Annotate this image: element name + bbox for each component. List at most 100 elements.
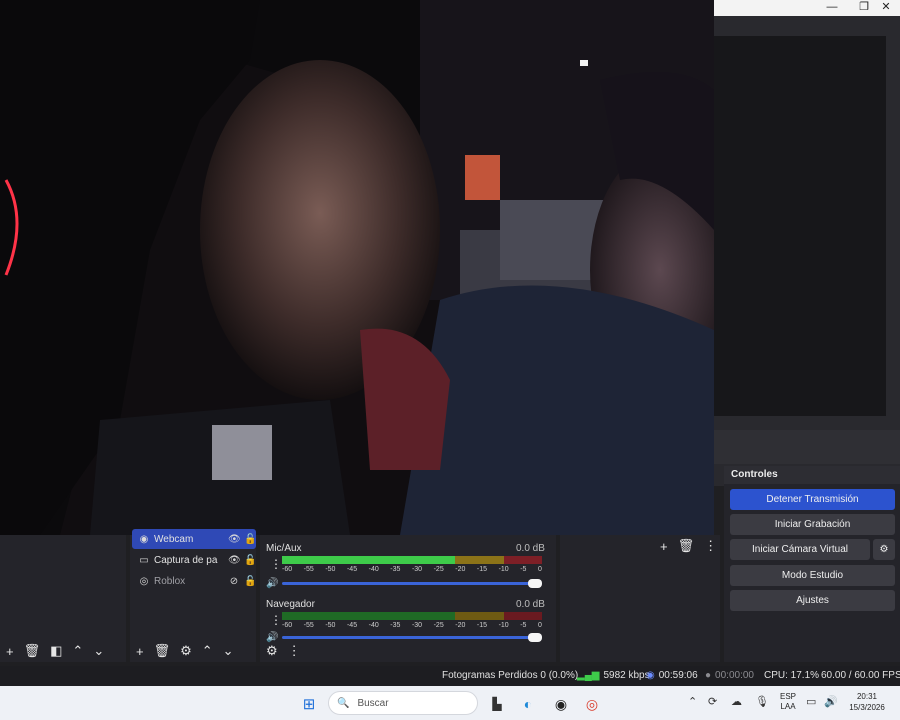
obs-icon[interactable]: ◉ [552, 695, 570, 713]
chevron-up-icon[interactable]: ⌃ [688, 695, 697, 708]
meter-ticks: -60 -55 -50 -45 -40 -35 -30 -25 -20 -15 -10 -5 0 [282, 622, 542, 629]
rec-time-text: 00:00:00 [715, 670, 754, 681]
start-virtual-camera-button[interactable]: Iniciar Cámara Virtual [730, 539, 870, 560]
move-down-icon[interactable]: ⌄ [223, 643, 234, 659]
meter-tick-label: -10 [498, 622, 509, 629]
meter-tick-label: -20 [455, 622, 466, 629]
volume-slider[interactable] [282, 579, 542, 588]
volume-slider[interactable] [282, 633, 542, 642]
start-recording-button[interactable]: Iniciar Grabación [730, 514, 895, 535]
source-item-roblox[interactable]: ◎ Roblox ⊘ 🔓 [132, 571, 257, 591]
source-item-screen-capture[interactable]: ▭ Captura de pa 👁 🔓 [132, 550, 256, 570]
close-icon[interactable]: ✕ [870, 0, 900, 16]
move-up-icon[interactable]: ⌃ [202, 643, 213, 659]
eye-icon[interactable]: 👁 [228, 534, 241, 545]
clock-date: 15/3/2026 [849, 703, 885, 712]
meter-tick-label: -5 [520, 566, 527, 573]
volume-slider-knob[interactable] [528, 633, 542, 642]
network-icon[interactable]: ▭ [806, 695, 816, 708]
advanced-audio-icon[interactable]: ⚙ [266, 643, 278, 659]
gear-icon[interactable]: ⚙ [180, 643, 192, 659]
microphone-icon[interactable]: 🎙 [755, 695, 769, 708]
meter-tick-label: -60 [282, 566, 293, 573]
meter-tick-label: -35 [390, 622, 401, 629]
meter-tick-label: -40 [368, 566, 379, 573]
speaker-icon[interactable]: 🔊 [266, 632, 278, 643]
volume-icon[interactable]: 🔊 [824, 695, 838, 708]
meter-tick-label: -25 [433, 622, 444, 629]
add-transition-icon[interactable]: + [660, 539, 668, 554]
speaker-icon[interactable]: 🔊 [266, 578, 278, 589]
task-view-icon[interactable]: ▙ [488, 695, 506, 713]
preview-canvas[interactable] [0, 0, 714, 535]
meter-tick-label: -60 [282, 622, 293, 629]
cloud-icon[interactable]: ☁ [731, 695, 742, 708]
dropped-frames: Fotogramas Perdidos 0 (0.0%) [442, 670, 579, 681]
meter-green-zone [282, 556, 455, 564]
meter-tick-label: -55 [303, 566, 314, 573]
sources-toolbar: + 🗑 ⚙ ⌃ ⌄ [136, 642, 234, 660]
virtual-camera-settings-button[interactable]: ⚙ [873, 539, 895, 560]
minimize-icon[interactable]: — [816, 0, 848, 16]
unlock-icon[interactable]: 🔓 [244, 555, 256, 566]
language-line2: LAA [780, 702, 796, 711]
kebab-menu-icon[interactable]: ⋮ [288, 643, 301, 659]
trash-icon[interactable]: 🗑 [154, 643, 171, 659]
meter-tick-label: -55 [303, 622, 314, 629]
source-label: Roblox [154, 575, 186, 587]
eye-hidden-icon[interactable]: ⊘ [228, 576, 240, 587]
add-scene-icon[interactable]: + [6, 644, 14, 659]
move-down-icon[interactable]: ⌄ [93, 643, 104, 659]
meter-tick-label: -10 [498, 566, 509, 573]
title-bar: — ❐ ✕ [714, 0, 900, 16]
sync-icon[interactable]: ⟳ [708, 695, 717, 708]
right-panel-strip [714, 430, 900, 464]
stream-time-text: 00:59:06 [658, 670, 698, 681]
chrome-icon[interactable]: ◎ [583, 695, 601, 713]
meter-tick-label: -45 [346, 622, 358, 629]
meter-tick-label: -25 [433, 566, 444, 573]
gear-icon: ⚙ [879, 544, 889, 555]
controls-title: Controles [724, 466, 900, 484]
meter-red-zone [504, 612, 542, 620]
volume-slider-knob[interactable] [528, 579, 542, 588]
source-item-webcam[interactable]: ◉ Webcam 👁 🔓 [132, 529, 256, 549]
meter-tick-label: 0 [537, 566, 542, 573]
taskbar-clock[interactable]: 20:31 15/3/2026 [838, 691, 896, 713]
gamepad-icon: ◎ [139, 575, 149, 587]
language-indicator[interactable]: ESP LAA [776, 692, 800, 712]
stop-stream-button[interactable]: Detener Transmisión [730, 489, 895, 510]
meter-red-zone [504, 556, 542, 564]
volume-meter [282, 612, 542, 620]
search-placeholder: Buscar [357, 697, 389, 709]
eye-icon[interactable]: 👁 [228, 555, 241, 566]
unlock-icon[interactable]: 🔓 [244, 534, 256, 545]
meter-tick-label: -40 [368, 622, 379, 629]
unlock-icon[interactable]: 🔓 [244, 576, 256, 587]
meter-tick-label: -15 [476, 622, 488, 629]
edge-icon[interactable]: ◐ [519, 695, 537, 713]
webcam-image [0, 0, 714, 535]
meter-tick-label: 0 [537, 622, 542, 629]
settings-button[interactable]: Ajustes [730, 590, 895, 611]
windows-start-icon[interactable]: ⊞ [300, 695, 318, 713]
mixer-channel-name: Navegador [266, 599, 315, 610]
broadcast-icon: ◉ [646, 670, 655, 681]
move-up-icon[interactable]: ⌃ [72, 643, 83, 659]
studio-mode-button[interactable]: Modo Estudio [730, 565, 895, 586]
volume-meter [282, 556, 542, 564]
mixer-toolbar: ⚙ ⋮ [266, 642, 301, 660]
kebab-menu-icon[interactable]: ⋮ [270, 557, 282, 571]
taskbar-search[interactable]: 🔍 Buscar [328, 691, 478, 715]
kebab-menu-icon[interactable]: ⋮ [270, 613, 282, 627]
language-line1: ESP [779, 692, 796, 701]
transitions-toolbar: + 🗑 ⋮ [660, 537, 717, 555]
signal-icon: ▂▄▆ [577, 670, 600, 681]
kebab-menu-icon[interactable]: ⋮ [704, 538, 717, 554]
add-source-icon[interactable]: + [136, 644, 144, 659]
camera-icon: ◉ [139, 533, 149, 545]
meter-green-zone [282, 612, 455, 620]
trash-icon[interactable]: 🗑 [678, 538, 695, 554]
filter-icon[interactable]: ◧ [50, 643, 62, 659]
trash-icon[interactable]: 🗑 [24, 643, 41, 659]
